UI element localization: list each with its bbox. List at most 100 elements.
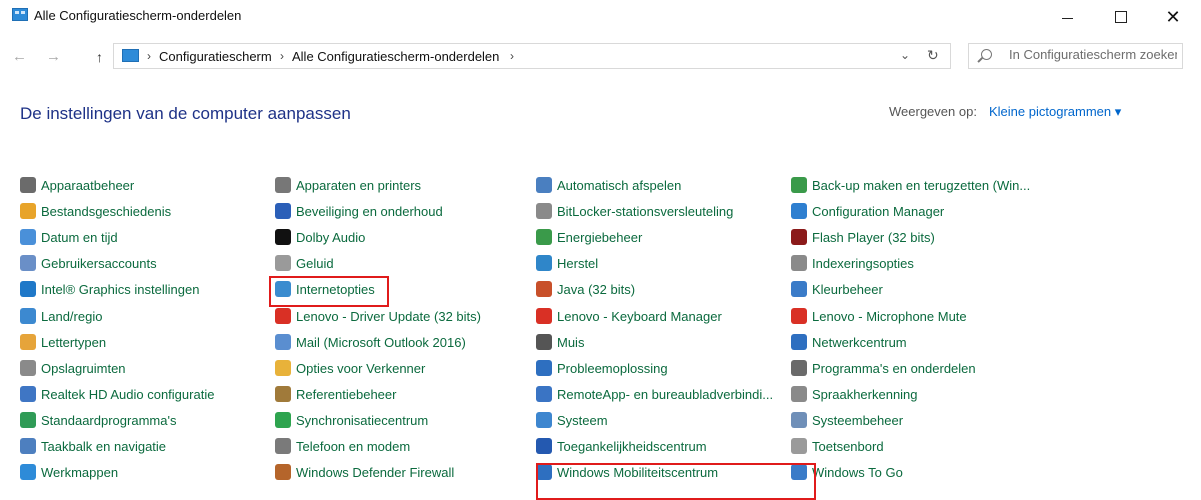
forward-arrow-icon[interactable]: → bbox=[46, 48, 61, 65]
control-panel-item[interactable]: Spraakherkenning bbox=[791, 382, 918, 406]
item-label: BitLocker-stationsversleuteling bbox=[557, 203, 734, 219]
page-title: De instellingen van de computer aanpasse… bbox=[20, 104, 351, 123]
credential-manager-icon bbox=[275, 386, 291, 402]
control-panel-item[interactable]: Opties voor Verkenner bbox=[275, 356, 425, 380]
control-panel-item[interactable]: Energiebeheer bbox=[536, 225, 642, 249]
explorer-options-icon bbox=[275, 360, 291, 376]
control-panel-item[interactable]: Apparaatbeheer bbox=[20, 173, 134, 197]
control-panel-item[interactable]: Systeembeheer bbox=[791, 408, 903, 432]
control-panel-item[interactable]: Windows Defender Firewall bbox=[275, 460, 454, 484]
programs-features-icon bbox=[791, 360, 807, 376]
close-button[interactable]: ✕ bbox=[1150, 0, 1196, 34]
back-arrow-icon[interactable]: ← bbox=[12, 48, 27, 65]
item-label: Netwerkcentrum bbox=[812, 334, 907, 350]
control-panel-item[interactable]: Geluid bbox=[275, 251, 334, 275]
control-panel-item[interactable]: Referentiebeheer bbox=[275, 382, 396, 406]
item-label: Windows Defender Firewall bbox=[296, 464, 455, 480]
search-input[interactable] bbox=[1009, 47, 1177, 62]
item-label: Lenovo - Microphone Mute bbox=[812, 308, 967, 324]
control-panel-item[interactable]: Lenovo - Microphone Mute bbox=[791, 304, 967, 328]
control-panel-item[interactable]: Land/regio bbox=[20, 304, 102, 328]
work-folders-icon bbox=[20, 464, 36, 480]
control-panel-icon bbox=[12, 8, 28, 21]
control-panel-item[interactable]: Gebruikersaccounts bbox=[20, 251, 157, 275]
minimize-icon bbox=[1061, 18, 1073, 19]
item-label: Realtek HD Audio configuratie bbox=[41, 386, 215, 402]
item-label: Windows To Go bbox=[812, 464, 903, 480]
dolby-icon bbox=[275, 229, 291, 245]
control-panel-item[interactable]: Standaardprogramma's bbox=[20, 408, 176, 432]
control-panel-item[interactable]: Automatisch afspelen bbox=[536, 173, 681, 197]
item-label: Systeembeheer bbox=[812, 412, 904, 428]
item-label: Geluid bbox=[296, 255, 334, 271]
view-by-dropdown[interactable]: Kleine pictogrammen ▾ bbox=[989, 104, 1121, 120]
bitlocker-icon bbox=[536, 203, 552, 219]
autoplay-icon bbox=[536, 177, 552, 193]
control-panel-item[interactable]: Taakbalk en navigatie bbox=[20, 434, 166, 458]
control-panel-item[interactable]: Werkmappen bbox=[20, 460, 118, 484]
control-panel-item[interactable]: Realtek HD Audio configuratie bbox=[20, 382, 214, 406]
control-panel-item[interactable]: RemoteApp- en bureaubladverbindi... bbox=[536, 382, 773, 406]
ease-of-access-icon bbox=[536, 438, 552, 454]
storage-spaces-icon bbox=[20, 360, 36, 376]
chevron-right-icon[interactable]: › bbox=[280, 49, 284, 63]
security-flag-icon bbox=[275, 203, 291, 219]
item-label: Lenovo - Keyboard Manager bbox=[557, 308, 722, 324]
up-arrow-icon[interactable]: ↑ bbox=[96, 49, 103, 65]
date-time-icon bbox=[20, 229, 36, 245]
control-panel-item[interactable]: Telefoon en modem bbox=[275, 434, 410, 458]
control-panel-item[interactable]: Toetsenbord bbox=[791, 434, 884, 458]
item-label: Toetsenbord bbox=[812, 438, 884, 454]
control-panel-item[interactable]: Beveiliging en onderhoud bbox=[275, 199, 443, 223]
indexing-icon bbox=[791, 255, 807, 271]
control-panel-item[interactable]: Lettertypen bbox=[20, 330, 106, 354]
control-panel-item[interactable]: Apparaten en printers bbox=[275, 173, 421, 197]
item-label: Land/regio bbox=[41, 308, 103, 324]
item-label: Java (32 bits) bbox=[557, 281, 636, 297]
control-panel-item[interactable]: Systeem bbox=[536, 408, 608, 432]
control-panel-item[interactable]: Indexeringsopties bbox=[791, 251, 914, 275]
control-panel-item[interactable]: Flash Player (32 bits) bbox=[791, 225, 935, 249]
control-panel-item[interactable]: Configuration Manager bbox=[791, 199, 944, 223]
lenovo-driver-icon bbox=[275, 308, 291, 324]
control-panel-item[interactable]: Back-up maken en terugzetten (Win... bbox=[791, 173, 1030, 197]
taskbar-icon bbox=[20, 438, 36, 454]
control-panel-item[interactable]: Lenovo - Driver Update (32 bits) bbox=[275, 304, 481, 328]
control-panel-item[interactable]: Datum en tijd bbox=[20, 225, 118, 249]
control-panel-item[interactable]: Synchronisatiecentrum bbox=[275, 408, 428, 432]
control-panel-item[interactable]: BitLocker-stationsversleuteling bbox=[536, 199, 733, 223]
control-panel-item[interactable]: Bestandsgeschiedenis bbox=[20, 199, 171, 223]
control-panel-item[interactable]: Opslagruimten bbox=[20, 356, 126, 380]
device-manager-icon bbox=[20, 177, 36, 193]
phone-modem-icon bbox=[275, 438, 291, 454]
control-panel-item[interactable]: Mail (Microsoft Outlook 2016) bbox=[275, 330, 466, 354]
devices-printers-icon bbox=[275, 177, 291, 193]
control-panel-item[interactable]: Probleemoplossing bbox=[536, 356, 668, 380]
realtek-audio-icon bbox=[20, 386, 36, 402]
control-panel-item[interactable]: Muis bbox=[536, 330, 584, 354]
chevron-right-icon[interactable]: › bbox=[510, 49, 514, 63]
maximize-button[interactable] bbox=[1098, 0, 1144, 34]
item-label: Energiebeheer bbox=[557, 229, 643, 245]
refresh-icon[interactable]: ↻ bbox=[927, 47, 939, 64]
breadcrumb-control-panel[interactable]: Configuratiescherm bbox=[159, 49, 272, 64]
control-panel-item[interactable]: Kleurbeheer bbox=[791, 277, 883, 301]
chevron-right-icon[interactable]: › bbox=[147, 49, 151, 63]
control-panel-item[interactable]: Intel® Graphics instellingen bbox=[20, 277, 199, 301]
search-box[interactable] bbox=[968, 43, 1183, 69]
minimize-button[interactable] bbox=[1044, 0, 1090, 34]
control-panel-item[interactable]: Programma's en onderdelen bbox=[791, 356, 976, 380]
java-icon bbox=[536, 281, 552, 297]
control-panel-item[interactable]: Toegankelijkheidscentrum bbox=[536, 434, 707, 458]
breadcrumb-all-items[interactable]: Alle Configuratiescherm-onderdelen bbox=[292, 49, 499, 64]
address-bar[interactable]: › Configuratiescherm › Alle Configuratie… bbox=[113, 43, 951, 69]
control-panel-item[interactable]: Herstel bbox=[536, 251, 598, 275]
control-panel-item[interactable]: Java (32 bits) bbox=[536, 277, 635, 301]
control-panel-item[interactable]: Lenovo - Keyboard Manager bbox=[536, 304, 722, 328]
chevron-down-icon[interactable]: ⌄ bbox=[900, 48, 910, 62]
configuration-manager-icon bbox=[791, 203, 807, 219]
item-label: Flash Player (32 bits) bbox=[812, 229, 935, 245]
control-panel-item[interactable]: Dolby Audio bbox=[275, 225, 365, 249]
control-panel-item[interactable]: Netwerkcentrum bbox=[791, 330, 907, 354]
item-label: Mail (Microsoft Outlook 2016) bbox=[296, 334, 466, 350]
